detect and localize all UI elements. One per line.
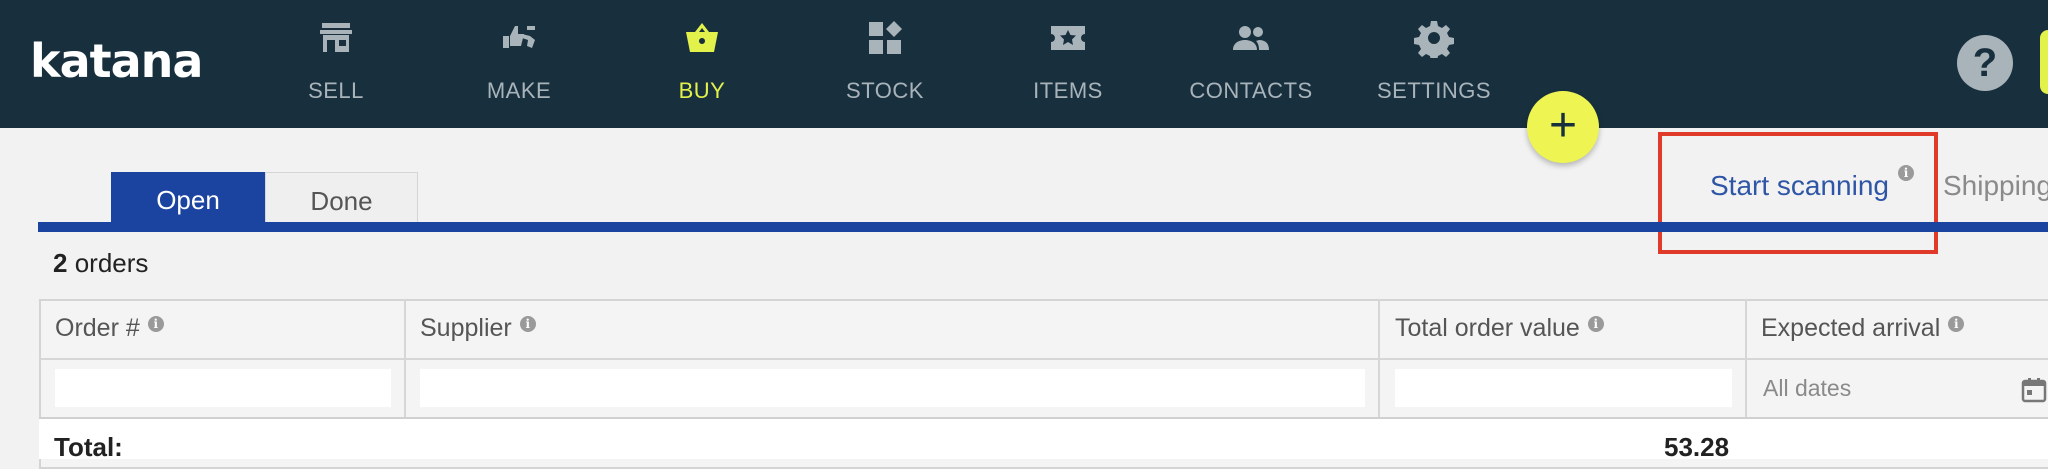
thumbs-icon xyxy=(444,18,594,62)
nav-item-buy[interactable]: BUY xyxy=(627,18,777,108)
total-value-filter[interactable] xyxy=(1395,369,1732,407)
nav-label-sell: SELL xyxy=(308,78,364,103)
nav-item-sell[interactable]: SELL xyxy=(261,18,411,108)
shipping-tab[interactable]: Shipping xyxy=(1943,170,2048,202)
people-icon xyxy=(1176,18,1326,62)
order-count-number: 2 xyxy=(53,248,68,278)
top-nav-bar: katana SELL MAKE BUY STOCK ITEMS CONTACT… xyxy=(0,0,2048,128)
row-divider xyxy=(39,358,2048,360)
order-count: 2 orders xyxy=(53,248,148,279)
nav-item-settings[interactable]: SETTINGS xyxy=(1359,18,1509,108)
nav-label-items: ITEMS xyxy=(1033,78,1103,103)
calendar-icon[interactable] xyxy=(2020,376,2048,404)
katana-logo[interactable]: katana xyxy=(30,34,203,94)
nav-label-settings: SETTINGS xyxy=(1376,78,1491,103)
start-scanning-link[interactable]: Start scanning xyxy=(1710,170,1889,202)
help-icon[interactable]: ? xyxy=(1957,35,2013,91)
expected-arrival-filter[interactable]: All dates xyxy=(1763,375,1851,402)
info-icon[interactable]: i xyxy=(147,316,164,332)
total-label: Total: xyxy=(54,432,123,462)
gear-icon xyxy=(1359,18,1509,62)
nav-label-stock: STOCK xyxy=(846,78,924,103)
nav-item-contacts[interactable]: CONTACTS xyxy=(1176,18,1326,108)
column-header-label: Supplier xyxy=(420,314,512,342)
nav-item-items[interactable]: ITEMS xyxy=(993,18,1143,108)
account-menu-button[interactable] xyxy=(2040,30,2048,94)
column-header-expected-arrival[interactable]: Expected arrival i xyxy=(1761,314,1965,343)
row-divider xyxy=(39,417,2048,419)
info-icon[interactable]: i xyxy=(1948,316,1965,332)
order-count-noun: orders xyxy=(74,248,149,278)
order-number-filter[interactable] xyxy=(55,369,391,407)
store-icon xyxy=(261,18,411,62)
column-header-total-value[interactable]: Total order value i xyxy=(1395,314,1604,343)
ticket-star-icon xyxy=(993,18,1143,62)
totals-row xyxy=(39,419,2048,459)
column-header-label: Expected arrival xyxy=(1761,314,1941,342)
column-header-order[interactable]: Order # i xyxy=(55,314,164,343)
column-header-label: Order # xyxy=(55,314,140,342)
tab-underline xyxy=(38,222,2048,232)
total-value: 53.28 xyxy=(1664,432,1730,462)
nav-label-buy: BUY xyxy=(678,78,726,103)
info-icon[interactable]: i xyxy=(1898,165,1914,181)
nav-label-make: MAKE xyxy=(486,78,552,103)
tab-done[interactable]: Done xyxy=(265,172,418,222)
info-icon[interactable]: i xyxy=(519,316,536,332)
info-icon[interactable]: i xyxy=(1587,316,1604,332)
column-header-label: Total order value xyxy=(1395,314,1580,342)
nav-item-stock[interactable]: STOCK xyxy=(810,18,960,108)
supplier-filter[interactable] xyxy=(420,369,1365,407)
nav-item-make[interactable]: MAKE xyxy=(444,18,594,108)
column-header-supplier[interactable]: Supplier i xyxy=(420,314,536,343)
nav-label-contacts: CONTACTS xyxy=(1189,78,1313,103)
blocks-icon xyxy=(810,18,960,62)
basket-icon xyxy=(627,18,777,62)
add-button[interactable]: + xyxy=(1527,91,1599,163)
tab-open[interactable]: Open xyxy=(111,172,265,222)
